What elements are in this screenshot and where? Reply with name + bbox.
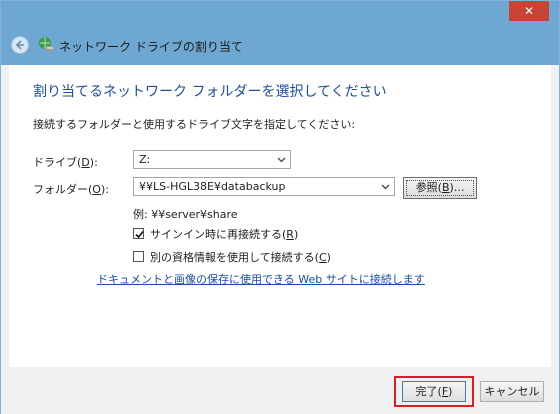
finish-highlight: 完了(F)	[394, 376, 474, 407]
other-credentials-label: 別の資格情報を使用して接続する(C)	[150, 251, 331, 264]
browse-button[interactable]: 参照(B)...	[403, 177, 477, 199]
cancel-button[interactable]: キャンセル	[480, 381, 544, 402]
page-heading: 割り当てるネットワーク フォルダーを選択してください	[33, 84, 387, 100]
checkbox-box[interactable]	[133, 228, 144, 239]
network-drive-icon	[39, 37, 54, 51]
back-arrow-icon	[15, 40, 24, 50]
folder-value: ¥¥LS-HGL38E¥databackup	[139, 180, 286, 193]
button-bar: 完了(F) キャンセル	[1, 367, 559, 414]
drive-label: ドライブ(D):	[33, 156, 98, 169]
close-button[interactable]: ✕	[509, 1, 549, 21]
example-text: 例: ¥¥server¥share	[133, 208, 238, 221]
content-panel: 割り当てるネットワーク フォルダーを選択してください 接続するフォルダーと使用す…	[9, 65, 551, 367]
folder-label: フォルダー(O):	[33, 183, 109, 196]
checkmark-icon	[135, 230, 144, 239]
chevron-down-icon	[277, 157, 286, 163]
finish-button[interactable]: 完了(F)	[402, 381, 466, 402]
wizard-header: ネットワーク ドライブの割り当て	[1, 27, 559, 65]
drive-select[interactable]: Z:	[133, 150, 291, 169]
web-site-link[interactable]: ドキュメントと画像の保存に使用できる Web サイトに接続します	[97, 271, 425, 287]
dialog-window: ✕ ネットワーク ドライブの割り当て 割り当てるネットワーク フォルダーを選択し…	[0, 0, 560, 414]
drive-value: Z:	[139, 153, 151, 166]
chevron-down-icon	[381, 184, 390, 190]
back-button[interactable]	[11, 36, 29, 54]
dialog-title: ネットワーク ドライブの割り当て	[59, 40, 243, 54]
reconnect-label: サインイン時に再接続する(R)	[150, 228, 299, 241]
checkbox-box[interactable]	[133, 251, 144, 262]
close-icon: ✕	[523, 4, 535, 18]
instruction-text: 接続するフォルダーと使用するドライブ文字を指定してください:	[33, 118, 356, 131]
title-bar[interactable]: ✕	[1, 1, 559, 27]
folder-input[interactable]: ¥¥LS-HGL38E¥databackup	[133, 177, 395, 196]
